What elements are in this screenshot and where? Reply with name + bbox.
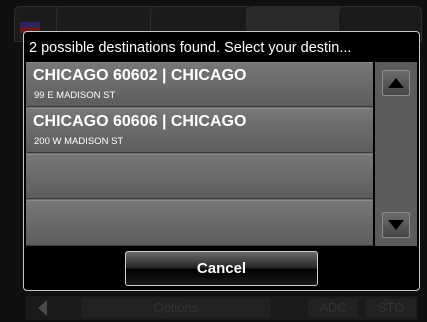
scroll-up-button[interactable] bbox=[382, 70, 410, 96]
results-scrollbar[interactable] bbox=[375, 62, 417, 246]
result-title: CHICAGO 60602 | CHICAGO bbox=[33, 67, 247, 84]
cancel-button[interactable]: Cancel bbox=[125, 251, 318, 286]
empty-list-item bbox=[26, 200, 373, 246]
bottom-toolbar: Options ADC STO bbox=[26, 296, 418, 320]
result-item[interactable]: CHICAGO 60602 | CHICAGO 99 E MADISON ST bbox=[26, 62, 373, 107]
destination-dialog: 2 possible destinations found. Select yo… bbox=[23, 31, 420, 291]
triangle-up-icon bbox=[388, 78, 404, 88]
result-title: CHICAGO 60606 | CHICAGO bbox=[33, 113, 247, 130]
bottom-slot-sto: STO bbox=[366, 298, 416, 318]
result-address: 200 W MADISON ST bbox=[34, 136, 124, 147]
bottom-slot-adc: ADC bbox=[308, 298, 358, 318]
dialog-title: 2 possible destinations found. Select yo… bbox=[29, 40, 352, 56]
triangle-down-icon bbox=[388, 220, 404, 230]
scroll-down-button[interactable] bbox=[382, 212, 410, 238]
results-list: CHICAGO 60602 | CHICAGO 99 E MADISON ST … bbox=[26, 62, 373, 246]
bottom-slot-options: Options bbox=[81, 298, 271, 318]
back-arrow-icon bbox=[38, 300, 47, 316]
empty-list-item bbox=[26, 154, 373, 199]
result-address: 99 E MADISON ST bbox=[34, 90, 116, 101]
result-item[interactable]: CHICAGO 60606 | CHICAGO 200 W MADISON ST bbox=[26, 108, 373, 153]
